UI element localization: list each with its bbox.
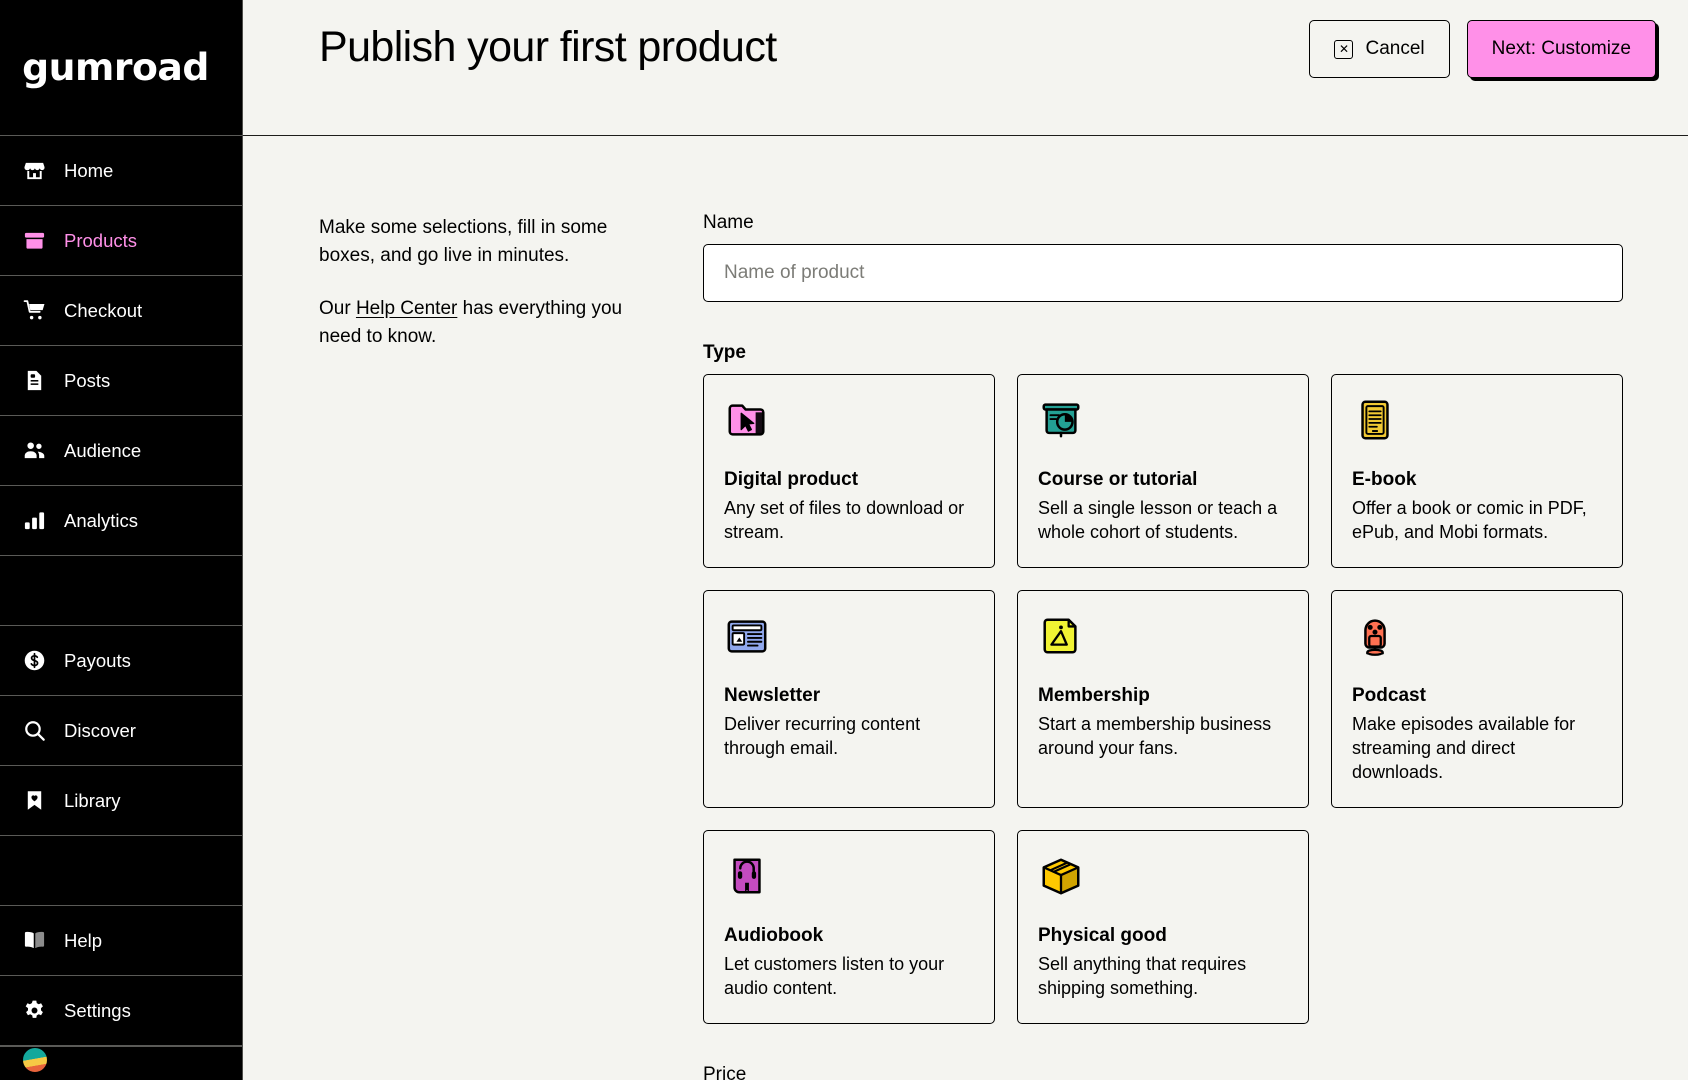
product-type-card-physical-good[interactable]: Physical good Sell anything that requires… (1017, 829, 1309, 1024)
sidebar-item-library[interactable]: Library (0, 766, 242, 836)
product-type-title: Audiobook (724, 924, 824, 946)
product-type-card-e-book[interactable]: E-book Offer a book or comic in PDF, ePub… (1331, 374, 1623, 568)
price-field-label: Price (703, 1063, 747, 1080)
intro-panel: Make some selections, fill in some boxes… (319, 212, 637, 1080)
package-box-icon (1038, 853, 1084, 899)
product-type-card-course-or-tutorial[interactable]: Course or tutorial Sell a single lesson o… (1017, 374, 1309, 568)
product-type-card-audiobook[interactable]: Audiobook Let customers listen to your au… (703, 829, 995, 1024)
product-type-description: Start a membership business around your … (1038, 713, 1272, 758)
sidebar-item-analytics[interactable]: Analytics (0, 486, 242, 556)
product-type-title: E-book (1352, 469, 1417, 490)
microphone-icon (1352, 613, 1398, 659)
cancel-button[interactable]: ✕ Cancel (1309, 20, 1450, 78)
product-type-title: Newsletter (724, 684, 821, 706)
product-type-grid: Digital product Any set of files to downl… (703, 374, 1623, 1024)
intro-line-2: Our Help Center has everything you need … (319, 295, 637, 350)
type-field-label: Type (703, 342, 746, 363)
dollar-circle-icon (22, 649, 46, 673)
product-form: Name Type Digital product Any set of file… (703, 212, 1623, 1080)
x-square-icon: ✕ (1334, 39, 1354, 59)
product-type-card-digital-product[interactable]: Digital product Any set of files to downl… (703, 374, 995, 568)
sidebar: gumroad Home Products Checkout Posts Audienc… (0, 0, 243, 1080)
intro-line-1: Make some selections, fill in some boxes… (319, 217, 608, 266)
sidebar-item-label: Checkout (64, 299, 143, 321)
sidebar-item-label: Analytics (64, 509, 139, 531)
sidebar-item-label: Payouts (64, 649, 131, 671)
name-field-label: Name (703, 212, 754, 233)
main-area: Publish your first product ✕ Cancel Next… (243, 0, 1688, 1080)
sidebar-item-label: Products (64, 229, 138, 251)
book-open-icon (22, 929, 46, 953)
sidebar-item-help[interactable]: Help (0, 906, 242, 976)
product-type-description: Offer a book or comic in PDF, ePub, and … (1352, 498, 1587, 542)
next-customize-label: Next: Customize (1491, 38, 1631, 59)
book-pages-icon (1352, 397, 1398, 443)
page-header: Publish your first product ✕ Cancel Next… (243, 0, 1688, 136)
product-type-title: Digital product (724, 469, 859, 490)
page-content: Make some selections, fill in some boxes… (243, 136, 1688, 1080)
sidebar-item-payouts[interactable]: Payouts (0, 626, 242, 696)
spacer-name-type (703, 302, 1623, 342)
sidebar-item-checkout[interactable]: Checkout (0, 276, 242, 346)
bar-chart-icon (22, 509, 46, 533)
product-type-title: Physical good (1038, 924, 1167, 946)
product-type-card-newsletter[interactable]: Newsletter Deliver recurring content thro… (703, 589, 995, 808)
sidebar-item-label: Home (64, 159, 114, 181)
sidebar-item-label: Settings (64, 999, 131, 1021)
name-input[interactable] (703, 244, 1623, 302)
sidebar-account-row[interactable] (0, 1047, 242, 1080)
bookmark-heart-icon (22, 789, 46, 813)
sidebar-item-audience[interactable]: Audience (0, 416, 242, 486)
product-type-description: Sell anything that requires shipping som… (1038, 953, 1247, 998)
product-type-title: Podcast (1352, 684, 1426, 706)
sidebar-item-label: Help (64, 929, 103, 951)
app-root: gumroad Home Products Checkout Posts Audienc… (0, 0, 1688, 1080)
product-type-description: Let customers listen to your audio conte… (724, 953, 945, 998)
gear-icon (22, 999, 46, 1023)
spacer-type-price (703, 1024, 1623, 1064)
sidebar-item-products[interactable]: Products (0, 206, 242, 276)
sidebar-item-label: Audience (64, 439, 142, 461)
search-icon (22, 719, 46, 743)
sidebar-item-label: Library (64, 789, 121, 811)
presentation-board-icon (1038, 397, 1084, 443)
product-type-title: Membership (1038, 684, 1150, 706)
product-type-description: Any set of files to download or stream. (724, 498, 965, 542)
sidebar-item-label: Discover (64, 719, 136, 741)
sidebar-spacer (0, 556, 242, 626)
intro-prefix: Our (319, 298, 356, 320)
product-type-description: Deliver recurring content through email. (724, 713, 921, 758)
header-actions: ✕ Cancel Next: Customize (1309, 16, 1656, 78)
newspaper-icon (724, 613, 770, 659)
box-icon (22, 229, 46, 253)
sidebar-item-discover[interactable]: Discover (0, 696, 242, 766)
document-icon (22, 369, 46, 393)
gumroad-logo[interactable]: gumroad (0, 0, 242, 136)
cart-icon (22, 299, 46, 323)
sidebar-item-label: Posts (64, 369, 111, 391)
help-center-link[interactable]: Help Center (356, 298, 457, 319)
product-type-description: Make episodes available for streaming an… (1352, 713, 1576, 782)
store-icon (22, 159, 46, 183)
sidebar-item-home[interactable]: Home (0, 136, 242, 206)
product-type-card-podcast[interactable]: Podcast Make episodes available for strea… (1331, 589, 1623, 808)
page-title: Publish your first product (319, 23, 777, 71)
product-type-title: Course or tutorial (1038, 469, 1198, 490)
cancel-button-label: Cancel (1365, 38, 1425, 59)
audiobook-icon (724, 853, 770, 899)
avatar[interactable] (22, 1047, 48, 1073)
next-customize-button[interactable]: Next: Customize (1466, 20, 1656, 78)
sidebar-item-settings[interactable]: Settings (0, 976, 242, 1046)
people-icon (22, 439, 46, 463)
product-type-description: Sell a single lesson or teach a whole co… (1038, 498, 1278, 542)
sidebar-spacer (0, 836, 242, 906)
sidebar-item-posts[interactable]: Posts (0, 346, 242, 416)
membership-card-icon (1038, 613, 1084, 659)
brand-wordmark: gumroad (22, 46, 209, 89)
sidebar-nav-list: Home Products Checkout Posts Audience Analyti… (0, 136, 242, 1046)
folder-cursor-icon (724, 397, 770, 443)
product-type-card-membership[interactable]: Membership Start a membership business ar… (1017, 589, 1309, 808)
